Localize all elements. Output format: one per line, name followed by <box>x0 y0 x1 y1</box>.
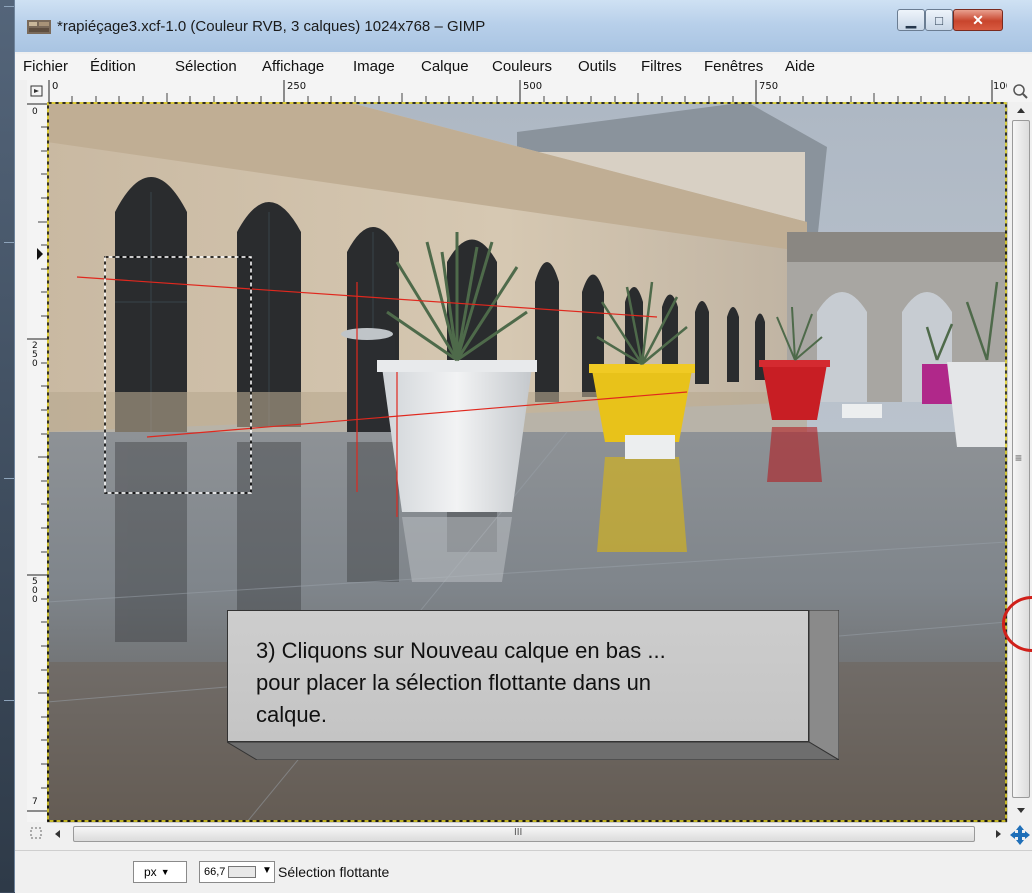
vertical-scroll-thumb[interactable]: ≡ <box>1012 120 1030 798</box>
quickmask-icon <box>30 85 43 97</box>
status-message: Sélection flottante <box>278 864 390 880</box>
menu-calque[interactable]: Calque <box>421 58 469 75</box>
maximize-button[interactable]: □ <box>925 9 953 31</box>
vruler-label-750: 7 <box>32 797 38 807</box>
callout-line-3: calque. <box>256 702 327 727</box>
zoom-toggle-icon <box>1013 84 1028 99</box>
vruler-ticks <box>27 103 47 812</box>
maximize-icon: □ <box>935 12 943 28</box>
unit-value: px <box>144 865 157 879</box>
scroll-right-icon[interactable] <box>987 823 1009 845</box>
menu-filtres[interactable]: Filtres <box>641 58 682 75</box>
vruler-label-250: 250 <box>32 341 38 369</box>
scroll-down-icon[interactable] <box>1008 802 1032 820</box>
minimize-button[interactable]: ▁ <box>897 9 925 31</box>
unit-chevron-down-icon: ▼ <box>160 867 170 877</box>
ruler-label-250: 250 <box>287 81 307 92</box>
move-cross-icon <box>1010 825 1030 845</box>
callout-line-2: pour placer la sélection flottante dans … <box>256 670 652 695</box>
unit-selector[interactable]: px ▼ <box>133 861 187 883</box>
scroll-grip-icon: ≡ <box>1015 451 1023 465</box>
zoom-chevron-down-icon: ▼ <box>262 865 272 876</box>
menu-edition[interactable]: Édition <box>90 58 136 75</box>
gimp-image-window: *rapiéçage3.xcf-1.0 (Couleur RVB, 3 calq… <box>14 0 1032 893</box>
ruler-pointer-icon <box>37 248 43 260</box>
horizontal-scroll-thumb[interactable]: III <box>73 826 975 842</box>
vruler-label-0: 0 <box>32 107 38 117</box>
scroll-up-icon[interactable] <box>1008 102 1032 120</box>
ruler-label-1000: 100 <box>993 81 1007 92</box>
zoom-spin-box[interactable] <box>228 866 257 878</box>
ruler-label-0: 0 <box>52 81 59 92</box>
close-icon: ✕ <box>972 12 984 28</box>
close-button[interactable]: ✕ <box>953 9 1003 31</box>
menu-couleurs[interactable]: Couleurs <box>492 58 552 75</box>
pointer-corner[interactable] <box>27 822 47 844</box>
zoom-selector[interactable]: 66,7 ▼ <box>199 861 275 883</box>
menu-image[interactable]: Image <box>353 58 395 75</box>
callout-text: 3) Cliquons sur Nouveau calque en bas ..… <box>256 635 796 731</box>
minimize-icon: ▁ <box>906 12 916 28</box>
gimp-app-icon <box>27 20 51 34</box>
menu-fenetres[interactable]: Fenêtres <box>704 58 763 75</box>
ruler-label-750: 750 <box>759 81 779 92</box>
quickmask-toggle[interactable] <box>27 80 47 102</box>
image-canvas[interactable]: 3) Cliquons sur Nouveau calque en bas ..… <box>47 102 1007 822</box>
scroll-left-icon[interactable] <box>47 823 69 845</box>
menu-bar: Fichier Édition Sélection Affichage Imag… <box>15 54 1032 80</box>
hscroll-grip-icon: III <box>514 827 523 838</box>
menu-outils[interactable]: Outils <box>578 58 616 75</box>
horizontal-scrollbar[interactable]: III <box>47 822 1007 845</box>
zoom-value: 66,7 <box>204 866 226 878</box>
navigate-button[interactable] <box>1007 822 1032 848</box>
menu-affichage[interactable]: Affichage <box>262 58 324 75</box>
window-title: *rapiéçage3.xcf-1.0 (Couleur RVB, 3 calq… <box>57 18 486 35</box>
tutorial-callout: 3) Cliquons sur Nouveau calque en bas ..… <box>227 610 839 760</box>
menu-aide[interactable]: Aide <box>785 58 815 75</box>
horizontal-ruler[interactable]: 0 250 500 750 100 <box>47 80 1007 103</box>
vertical-ruler[interactable]: 0 250 500 7 <box>27 102 48 822</box>
vertical-scrollbar[interactable]: ≡ <box>1007 102 1032 822</box>
menu-selection[interactable]: Sélection <box>175 58 237 75</box>
callout-line-1: 3) Cliquons sur Nouveau calque en bas ..… <box>256 638 666 663</box>
callout-panel: 3) Cliquons sur Nouveau calque en bas ..… <box>227 610 809 742</box>
vruler-label-500: 500 <box>32 577 38 605</box>
ruler-label-500: 500 <box>523 81 543 92</box>
title-bar[interactable]: *rapiéçage3.xcf-1.0 (Couleur RVB, 3 calq… <box>15 0 1032 52</box>
menu-fichier[interactable]: Fichier <box>23 58 68 75</box>
pointer-icon <box>30 827 42 839</box>
zoom-toggle-button[interactable] <box>1007 80 1032 102</box>
status-bar: px ▼ 66,7 ▼ Sélection flottante <box>15 850 1032 893</box>
